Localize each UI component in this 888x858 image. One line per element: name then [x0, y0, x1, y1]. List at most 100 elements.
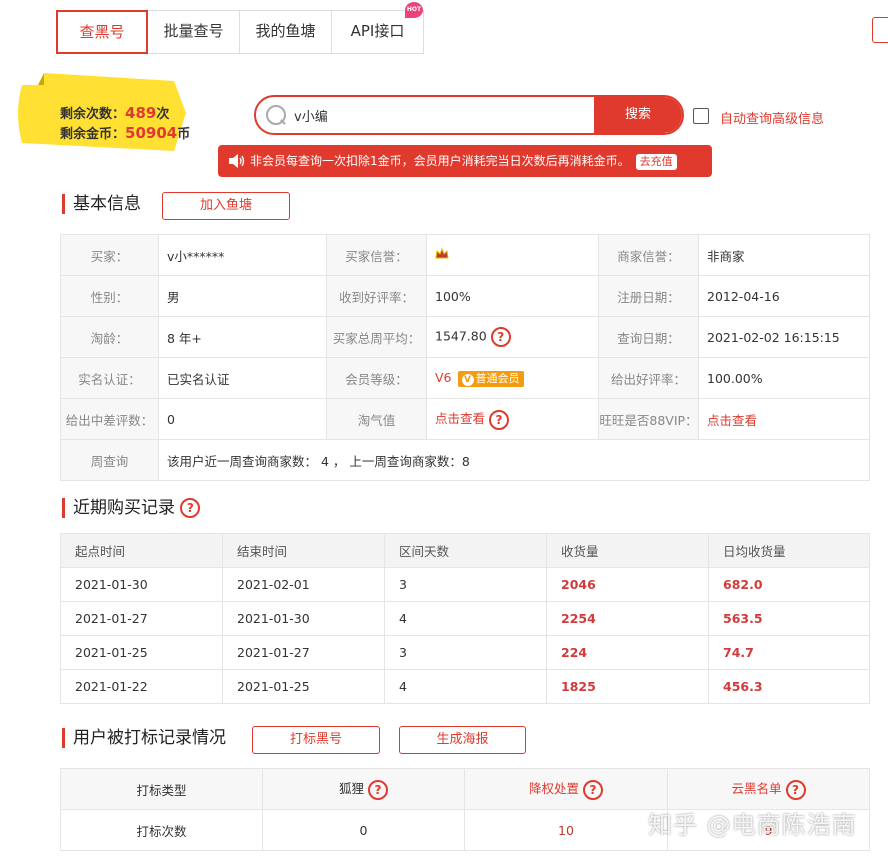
mark-type-header: 打标类型	[60, 768, 263, 810]
vip88-label: 旺旺是否88VIP：	[598, 398, 699, 440]
speaker-icon	[229, 154, 245, 168]
balance-text: 剩余次数：489次 剩余金币：50904币	[60, 104, 190, 144]
table-row: 买家： v小****** 买家信誉： 商家信誉： 非商家	[60, 234, 870, 276]
seller-credit-value: 非商家	[698, 234, 870, 276]
coins-label: 剩余金币：	[60, 127, 126, 142]
vip-badge-icon: V	[461, 373, 474, 386]
weekly-avg-label: 买家总周平均：	[326, 316, 427, 358]
tab-api[interactable]: API接口 HOT	[332, 2, 424, 53]
col-end: 结束时间	[222, 533, 385, 568]
crown-icon	[435, 247, 449, 258]
advanced-label[interactable]: 自动查询高级信息	[720, 108, 824, 127]
buyer-credit-label: 买家信誉：	[326, 234, 427, 276]
cell: 2046	[546, 567, 709, 602]
table-header-row: 起点时间 结束时间 区间天数 收货量 日均收货量	[60, 533, 870, 568]
cell: 2021-01-30	[60, 567, 223, 602]
cell: 2021-01-25	[222, 669, 385, 704]
hot-badge: HOT	[405, 2, 423, 18]
table-row: 周查询 该用户近一周查询商家数： 4 ， 上一周查询商家数：8	[60, 439, 870, 481]
help-icon[interactable]: ?	[785, 779, 806, 800]
top-tabs: 查黑号 批量查号 我的鱼塘 API接口 HOT	[56, 2, 424, 54]
naughty-view-link[interactable]: 点击查看	[435, 411, 485, 426]
cell: 3	[384, 567, 547, 602]
tab-batch-check[interactable]: 批量查号	[148, 11, 240, 53]
cell: 74.7	[708, 635, 870, 670]
records-title-text: 近期购买记录	[73, 498, 175, 518]
records-table: 起点时间 结束时间 区间天数 收货量 日均收货量 2021-01-30 2021…	[60, 533, 870, 704]
fox-header: 狐狸 ?	[262, 768, 465, 810]
add-pond-button[interactable]: 加入鱼塘	[162, 192, 290, 220]
fox-header-text: 狐狸	[339, 781, 365, 797]
watermark: 知乎 @电商陈浩南	[648, 811, 857, 839]
tab-my-pond[interactable]: 我的鱼塘	[240, 11, 332, 53]
taobao-age-value: 8 年+	[158, 316, 327, 358]
search-input[interactable]	[290, 97, 594, 133]
coins-value: 50904	[125, 124, 178, 142]
member-level-value: V6 V 普通会员	[426, 357, 599, 399]
table-row: 淘龄： 8 年+ 买家总周平均： 1547.80 ? 查询日期： 2021-02…	[60, 316, 870, 358]
times-unit: 次	[156, 107, 170, 122]
member-level-text: V6	[435, 369, 452, 385]
given-rate-value: 100.00%	[698, 357, 870, 399]
mark-black-button[interactable]: 打标黑号	[252, 726, 380, 754]
realname-label: 实名认证：	[60, 357, 159, 399]
buyer-label: 买家：	[60, 234, 159, 276]
tab-check-black[interactable]: 查黑号	[56, 10, 148, 54]
cell: 4	[384, 601, 547, 636]
weekly-query-value: 该用户近一周查询商家数： 4 ， 上一周查询商家数：8	[158, 439, 870, 481]
seller-credit-label: 商家信誉：	[598, 234, 699, 276]
downgrade-count: 10	[464, 809, 668, 851]
advanced-checkbox[interactable]	[693, 108, 709, 124]
cell: 2021-01-30	[222, 601, 385, 636]
table-row: 性别： 男 收到好评率： 100% 注册日期： 2012-04-16	[60, 275, 870, 317]
fox-count: 0	[262, 809, 465, 851]
notice-bar: 非会员每查询一次扣除1金币，会员用户消耗完当日次数后再消耗金币。 去充值	[218, 145, 712, 177]
cell: 2021-01-25	[60, 635, 223, 670]
query-date-value: 2021-02-02 16:15:15	[698, 316, 870, 358]
corner-button[interactable]	[872, 17, 888, 43]
given-rate-label: 给出好评率：	[598, 357, 699, 399]
downgrade-header-text: 降权处置	[529, 781, 580, 797]
search-button[interactable]: 搜索	[594, 97, 682, 133]
cell: 563.5	[708, 601, 870, 636]
vip-badge-text: 普通会员	[475, 371, 520, 385]
balance-ribbon: 剩余次数：489次 剩余金币：50904币	[14, 73, 194, 151]
coins-unit: 币	[177, 127, 191, 142]
gender-value: 男	[158, 275, 327, 317]
mark-count-label: 打标次数	[60, 809, 263, 851]
cell: 3	[384, 635, 547, 670]
vip-badge: V 普通会员	[457, 370, 524, 387]
table-row: 给出中差评数： 0 淘气值 点击查看 ? 旺旺是否88VIP： 点击查看	[60, 398, 870, 440]
notice-text: 非会员每查询一次扣除1金币，会员用户消耗完当日次数后再消耗金币。	[250, 154, 630, 168]
records-title: 近期购买记录 ?	[62, 498, 201, 518]
naughty-value-label: 淘气值	[326, 398, 427, 440]
basic-info-table: 买家： v小****** 买家信誉： 商家信誉： 非商家 性别： 男 收到好评率…	[60, 234, 870, 481]
times-label: 剩余次数：	[60, 107, 126, 122]
cell: 456.3	[708, 669, 870, 704]
vip88-view-link[interactable]: 点击查看	[707, 413, 757, 428]
recharge-link[interactable]: 去充值	[635, 154, 677, 170]
cell: 1825	[546, 669, 709, 704]
weekly-query-label: 周查询	[60, 439, 159, 481]
cloud-blacklist-header: 云黑名单 ?	[667, 768, 870, 810]
search-bar: 搜索	[254, 95, 684, 135]
naughty-value-cell: 点击查看 ?	[426, 398, 599, 440]
cell: 4	[384, 669, 547, 704]
downgrade-header: 降权处置 ?	[464, 768, 668, 810]
make-poster-button[interactable]: 生成海报	[399, 726, 526, 754]
table-header-row: 打标类型 狐狸 ? 降权处置 ? 云黑名单 ?	[60, 768, 870, 810]
realname-value: 已实名认证	[158, 357, 327, 399]
help-icon[interactable]: ?	[368, 779, 388, 800]
register-date-value: 2012-04-16	[698, 275, 870, 317]
cell: 224	[546, 635, 709, 670]
cloud-blacklist-header-text: 云黑名单	[731, 781, 782, 797]
cell: 2254	[546, 601, 709, 636]
query-date-label: 查询日期：	[598, 316, 699, 358]
help-icon[interactable]: ?	[489, 409, 509, 430]
help-icon[interactable]: ?	[583, 779, 603, 800]
help-icon[interactable]: ?	[180, 498, 201, 518]
table-row: 2021-01-30 2021-02-01 3 2046 682.0	[60, 567, 870, 602]
help-icon[interactable]: ?	[490, 327, 511, 347]
buyer-credit-value	[426, 234, 599, 276]
cell: 2021-01-22	[60, 669, 223, 704]
